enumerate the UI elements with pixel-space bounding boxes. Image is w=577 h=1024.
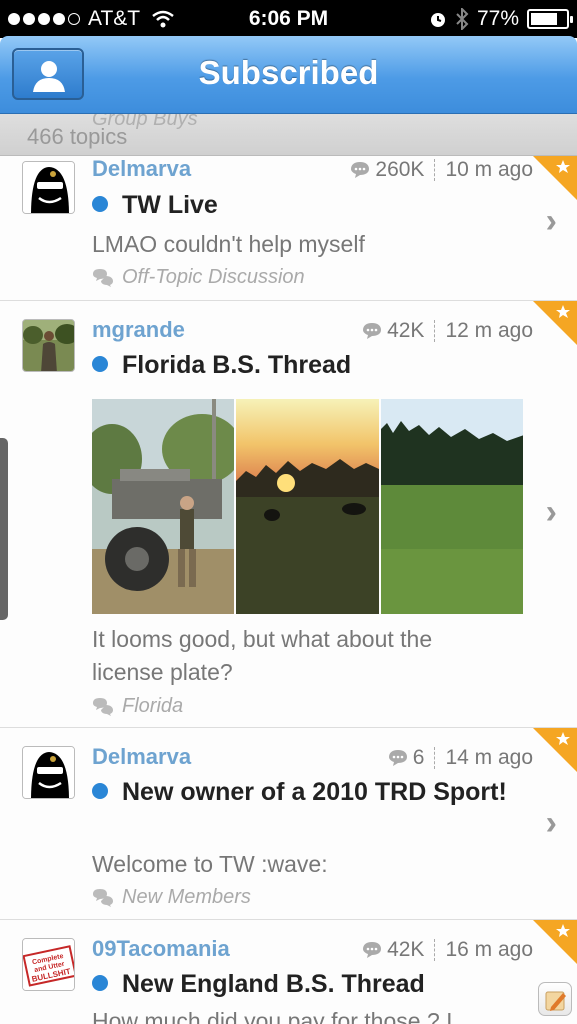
topic-author[interactable]: 09Tacomania [92,936,230,962]
topic-forum: Florida [92,695,183,718]
comment-bubble-icon [388,750,407,766]
photo-thumbnail[interactable] [236,399,379,614]
topic-forum: New Members [92,886,251,909]
view-count: 42K [387,938,425,961]
avatar[interactable] [22,319,75,372]
avatar[interactable] [22,161,75,214]
chevron-right-icon: › [545,804,557,842]
navigation-bar: Subscribed [0,36,577,114]
star-badge-icon [533,728,577,772]
topic-row[interactable]: Complete and Utter BULLSHIT 09Tacomania … [0,920,577,1024]
topic-snippet: It looms good, but what about the licens… [92,626,433,685]
star-badge-icon [533,920,577,964]
topic-meta: 42K 12 m ago [362,319,533,343]
topic-row[interactable]: Delmarva 6 14 m ago New owner of a 2010 … [0,728,577,920]
topic-meta: 6 14 m ago [388,746,533,770]
unread-dot-icon [92,196,108,212]
battery-icon [527,9,573,29]
battery-percent: 77% [476,7,519,30]
forum-name[interactable]: Off-Topic Discussion [122,266,305,289]
topic-title: TW Live [92,188,507,222]
topic-title-text: New England B.S. Thread [122,970,425,998]
topic-forum: Off-Topic Discussion [92,266,305,289]
topic-author[interactable]: mgrande [92,317,185,343]
topic-count: 466 topics [27,124,128,149]
topic-title-text: Florida B.S. Thread [122,351,352,379]
forum-name[interactable]: Florida [122,695,183,718]
avatar[interactable] [22,746,75,799]
topic-title: New owner of a 2010 TRD Sport! [92,775,507,809]
topic-title: Florida B.S. Thread [92,348,507,382]
star-badge-icon [533,301,577,345]
topic-snippet: LMAO couldn't help myself [92,231,365,257]
avatar[interactable]: Complete and Utter BULLSHIT [22,938,75,991]
topics-header: Group Buys 466 topics [0,114,577,156]
compose-button[interactable] [538,982,572,1016]
topic-row[interactable]: Delmarva 260K 10 m ago TW Live LMAO coul… [0,156,577,301]
topic-title: New England B.S. Thread [92,967,507,1001]
topic-author[interactable]: Delmarva [92,156,191,182]
bluetooth-icon [456,8,469,30]
unread-dot-icon [92,975,108,991]
star-badge-icon [533,156,577,200]
side-drawer-handle[interactable] [0,438,8,620]
topic-author[interactable]: Delmarva [92,744,191,770]
topic-snippet: How much did you pay for those ? I [92,1008,453,1024]
photo-thumbnail[interactable] [380,399,523,614]
topic-time: 14 m ago [445,746,533,769]
photo-thumbnail[interactable] [92,399,235,614]
topic-meta: 42K 16 m ago [362,938,533,962]
topic-time: 10 m ago [445,158,533,181]
topic-title-text: New owner of a 2010 TRD Sport! [122,778,507,806]
chevron-right-icon: › [545,202,557,240]
topic-row[interactable]: mgrande 42K 12 m ago Florida B.S. Thread [0,301,577,728]
comment-bubble-icon [363,323,382,339]
view-count: 42K [387,319,425,342]
status-bar: AT&T 6:06 PM 77% [0,0,577,38]
topic-time: 12 m ago [445,319,533,342]
unread-dot-icon [92,356,108,372]
topic-title-text: TW Live [122,191,218,219]
topic-time: 16 m ago [445,938,533,961]
view-count: 6 [412,746,425,769]
view-count: 260K [375,158,425,181]
forum-icon [93,697,113,716]
topic-snippet: Welcome to TW :wave: [92,851,328,877]
comment-bubble-icon [363,942,382,958]
forum-icon [93,268,113,287]
forum-name[interactable]: New Members [122,886,251,909]
topic-meta: 260K 10 m ago [350,158,533,182]
photo-strip[interactable] [92,399,523,614]
alarm-icon [430,13,445,27]
chevron-right-icon: › [545,493,557,531]
pencil-icon [545,991,566,1011]
comment-bubble-icon [351,162,370,178]
forum-icon [93,888,113,907]
page-title: Subscribed [198,54,379,91]
unread-dot-icon [92,783,108,799]
